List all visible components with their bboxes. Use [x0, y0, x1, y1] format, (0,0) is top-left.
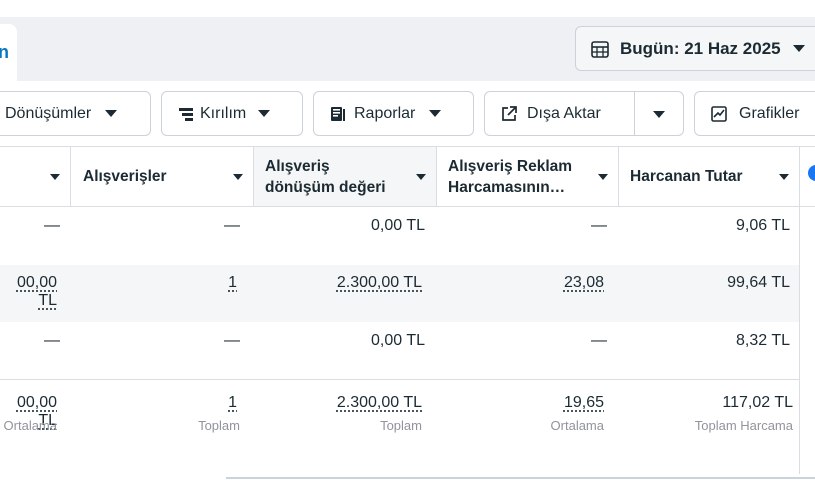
column-divider[interactable] — [253, 147, 254, 206]
export-dropdown-icon[interactable] — [653, 111, 665, 118]
calendar-icon — [590, 39, 610, 59]
chart-icon — [709, 104, 729, 124]
total-amount-spent: 117,02 TL — [722, 394, 793, 412]
column-divider[interactable] — [436, 147, 437, 206]
conversions-button[interactable]: Dönüşümler — [0, 91, 151, 136]
totals-top-border — [0, 379, 800, 380]
total-purchases[interactable]: 1 — [228, 394, 237, 412]
breakdown-button[interactable]: Kırılım — [161, 91, 303, 136]
column-header-purchase-roas[interactable]: Alışveriş Reklam Harcamasının… — [436, 147, 618, 206]
active-tab-label: n — [0, 42, 9, 63]
sort-caret-icon[interactable] — [50, 174, 60, 180]
column-header[interactable] — [0, 147, 70, 206]
sort-caret-icon[interactable] — [779, 174, 789, 180]
column-header-label: Harcanan Tutar — [630, 166, 743, 187]
table-row[interactable] — [0, 207, 800, 265]
breakdown-label: Kırılım — [200, 105, 246, 123]
chevron-down-icon — [105, 110, 117, 117]
table-row[interactable] — [0, 322, 800, 380]
cell-result-value: — — [44, 332, 60, 350]
export-icon — [499, 104, 519, 124]
column-header-label: Alışveriş Reklam Harcamasının… — [448, 156, 588, 198]
cell-purchase-roas: — — [591, 332, 607, 350]
total-amount-spent-label: Toplam Harcama — [695, 418, 793, 433]
column-divider[interactable] — [70, 147, 71, 206]
chevron-down-icon — [429, 110, 441, 117]
cell-purchase-value[interactable]: 2.300,00 TL — [337, 274, 422, 292]
column-header-purchases[interactable]: Alışverişler — [70, 147, 253, 206]
reports-label: Raporlar — [354, 105, 415, 123]
chevron-down-icon — [793, 45, 805, 52]
cell-purchase-value: 0,00 TL — [371, 217, 425, 235]
cell-amount-spent: 8,32 TL — [736, 332, 790, 350]
cell-purchase-roas: — — [591, 217, 607, 235]
total-purchase-value[interactable]: 2.300,00 TL — [337, 394, 422, 412]
reports-icon — [328, 104, 348, 124]
column-header-amount-spent[interactable]: Harcanan Tutar — [618, 147, 799, 206]
total-purchase-roas[interactable]: 19,65 — [564, 394, 604, 412]
breakdown-icon — [176, 104, 196, 124]
export-split-divider — [634, 92, 635, 135]
cell-result-value: — — [44, 217, 60, 235]
table-right-border — [799, 146, 800, 474]
cell-result-value[interactable]: 00,00 TL — [0, 274, 57, 310]
total-purchase-value-label: Toplam — [380, 418, 422, 433]
sort-caret-icon[interactable] — [598, 174, 608, 180]
total-purchases-label: Toplam — [198, 418, 240, 433]
cell-purchases: — — [224, 217, 240, 235]
sort-caret-icon[interactable] — [416, 174, 426, 180]
cell-purchases[interactable]: 1 — [228, 274, 237, 292]
horizontal-scrollbar[interactable] — [226, 477, 815, 479]
charts-label: Grafikler — [739, 105, 799, 123]
column-header-purchase-value[interactable]: Alışveriş dönüşüm değeri — [253, 147, 436, 206]
reports-button[interactable]: Raporlar — [313, 91, 474, 136]
chevron-down-icon — [258, 110, 270, 117]
column-header-label: Alışverişler — [83, 166, 167, 187]
export-button[interactable]: Dışa Aktar — [484, 91, 684, 136]
cell-amount-spent: 9,06 TL — [736, 217, 790, 235]
cell-purchase-roas[interactable]: 23,08 — [564, 274, 604, 292]
cell-purchase-value: 0,00 TL — [371, 332, 425, 350]
column-settings-icon[interactable] — [808, 165, 815, 181]
cell-amount-spent: 99,64 TL — [727, 274, 790, 292]
charts-button[interactable]: Grafikler — [694, 91, 815, 136]
total-result-label: Ortalama — [4, 418, 57, 433]
conversions-label: Dönüşümler — [5, 105, 91, 123]
export-label: Dışa Aktar — [527, 105, 601, 123]
cell-purchases: — — [224, 332, 240, 350]
column-header-label: Alışveriş dönüşüm değeri — [265, 156, 396, 198]
column-divider[interactable] — [618, 147, 619, 206]
date-range-button[interactable]: Bugün: 21 Haz 2025 — [575, 26, 815, 71]
total-purchase-roas-label: Ortalama — [551, 418, 604, 433]
date-range-label: Bugün: 21 Haz 2025 — [620, 39, 781, 59]
sort-caret-icon[interactable] — [233, 174, 243, 180]
